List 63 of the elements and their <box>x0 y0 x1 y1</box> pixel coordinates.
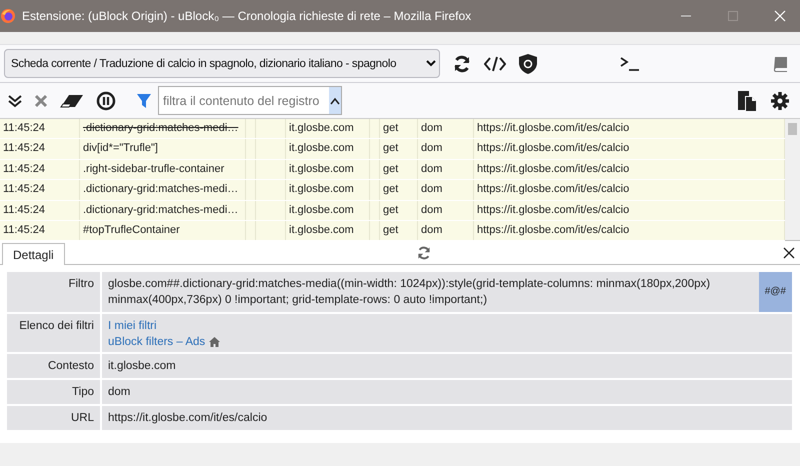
shield-icon[interactable] <box>518 52 538 74</box>
settings-icon[interactable] <box>770 90 790 110</box>
type-cell: dom <box>418 200 474 220</box>
eraser-icon[interactable] <box>60 94 84 108</box>
time-cell: 11:45:24 <box>0 200 80 220</box>
type-cell: dom <box>418 220 474 240</box>
firefox-icon <box>0 8 16 24</box>
field-value: https://it.glosbe.com/it/es/calcio <box>108 412 268 424</box>
type-cell: dom <box>418 160 474 180</box>
filter-cell: .dictionary-grid:matches-medi… <box>80 119 246 138</box>
domain-cell: it.glosbe.com <box>286 160 370 180</box>
field-label: Contesto <box>7 353 101 379</box>
field-label: Elenco dei filtri <box>7 313 101 353</box>
filter-cell: .dictionary-grid:matches-medi… <box>80 180 246 200</box>
field-value: it.glosbe.com <box>108 360 176 372</box>
filter-cell: .dictionary-grid:matches-medi… <box>80 200 246 220</box>
domain-cell: it.glosbe.com <box>286 220 370 240</box>
method-cell: get <box>380 220 418 240</box>
time-cell: 11:45:24 <box>0 160 80 180</box>
filter-list-link[interactable]: I miei filtri <box>108 318 157 334</box>
filter-cell: #topTrufleContainer <box>80 220 246 240</box>
field-label: URL <box>7 405 101 431</box>
filter-type-badge[interactable]: #@# <box>758 272 792 313</box>
reload-icon[interactable] <box>452 54 472 74</box>
time-cell: 11:45:24 <box>0 220 80 240</box>
domain-cell: it.glosbe.com <box>286 180 370 200</box>
field-label: Filtro <box>7 272 101 313</box>
method-cell: get <box>380 200 418 220</box>
filter-field[interactable]: filtra il contenuto del registro <box>158 86 342 115</box>
method-cell: get <box>380 119 418 138</box>
clipboard-icon[interactable] <box>736 90 758 112</box>
home-icon[interactable] <box>209 337 220 347</box>
time-cell: 11:45:24 <box>0 119 80 138</box>
type-cell: dom <box>418 139 474 159</box>
funnel-icon[interactable] <box>136 92 152 108</box>
domain-cell: it.glosbe.com <box>286 139 370 159</box>
filter-cell: .right-sidebar-trufle-container <box>80 160 246 180</box>
window-title: Estensione: (uBlock Origin) - uBlock₀ — Cronologia richieste di rete – Mozilla Firefox <box>22 9 472 23</box>
filter-cell: div[id*="Trufle"] <box>80 139 246 159</box>
type-cell: dom <box>418 180 474 200</box>
type-cell: dom <box>418 119 474 138</box>
domain-cell: it.glosbe.com <box>286 200 370 220</box>
field-value: glosbe.com##.dictionary-grid:matches-media((min-width: 1024px)):style(grid-template-columns: minmax(180px,200px) minmax(400px,736px) 0 !important; grid-template-rows: 0 auto !important;) <box>108 278 710 306</box>
book-icon[interactable] <box>772 54 790 72</box>
field-value: dom <box>108 386 130 398</box>
time-cell: 11:45:24 <box>0 180 80 200</box>
method-cell: get <box>380 180 418 200</box>
method-cell: get <box>380 160 418 180</box>
field-label: Tipo <box>7 379 101 405</box>
scrollbar[interactable] <box>785 119 800 240</box>
time-cell: 11:45:24 <box>0 139 80 159</box>
code-icon[interactable] <box>484 54 506 72</box>
tab-select[interactable]: Scheda corrente / Traduzione di calcio in spagnolo, dizionario italiano - spagnolo <box>4 49 440 78</box>
method-cell: get <box>380 139 418 159</box>
double-chevron-icon[interactable] <box>8 94 22 108</box>
domain-cell: it.glosbe.com <box>286 119 370 138</box>
clear-icon[interactable] <box>34 94 48 108</box>
caret-icon[interactable] <box>330 96 340 104</box>
details-tab[interactable]: Dettagli <box>2 243 65 265</box>
terminal-icon[interactable] <box>620 56 640 70</box>
filter-list-link[interactable]: uBlock filters – Ads <box>108 334 206 350</box>
close-icon[interactable] <box>783 246 795 258</box>
pause-icon[interactable] <box>96 90 116 110</box>
